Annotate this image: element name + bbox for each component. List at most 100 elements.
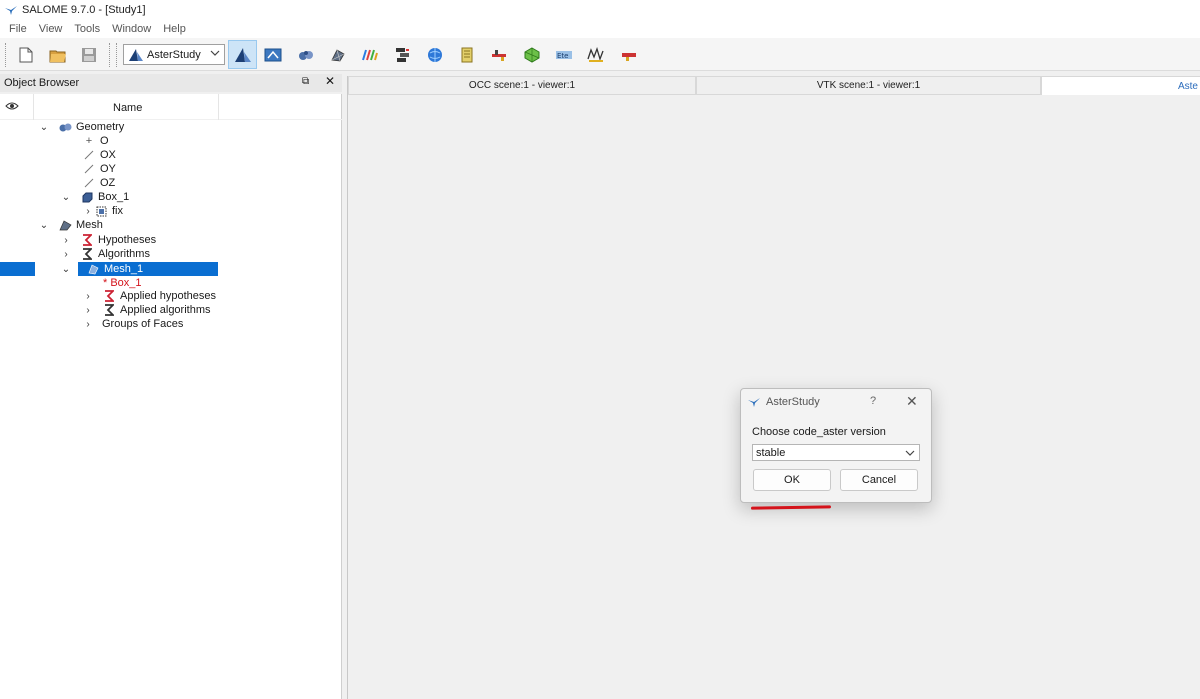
fields-button[interactable]: Ete: [552, 43, 576, 67]
close-dock-icon[interactable]: ✕: [325, 74, 335, 88]
tree-item-label: fix: [112, 205, 123, 217]
tab-occ-viewer[interactable]: OCC scene:1 - viewer:1: [348, 76, 696, 95]
chevron-down-icon: [210, 50, 220, 56]
tree-item-mesh1-shape[interactable]: * Box_1: [103, 276, 142, 290]
smesh-tool-icon: [524, 47, 540, 63]
module-selector[interactable]: AsterStudy: [123, 44, 225, 65]
menu-tools[interactable]: Tools: [68, 23, 106, 35]
tree-item-label: Algorithms: [98, 248, 150, 260]
object-browser-title: Object Browser: [4, 77, 80, 89]
tree-item-mesh[interactable]: ⌄ Mesh: [38, 218, 103, 232]
notebook-icon: [461, 47, 473, 63]
mesh-button[interactable]: [326, 43, 350, 67]
column-divider[interactable]: [33, 94, 34, 120]
collapse-arrow-icon[interactable]: ⌄: [38, 220, 50, 231]
tree-item-label: OZ: [100, 177, 116, 189]
shaper-button[interactable]: [261, 43, 285, 67]
tree-item-label: Geometry: [76, 121, 125, 133]
smesh-tool-button[interactable]: [520, 43, 544, 67]
open-folder-icon: [49, 50, 66, 62]
tree-item-oz[interactable]: OZ: [82, 176, 115, 190]
object-browser-title-bar: Object Browser: [0, 74, 342, 92]
tree-item-oy[interactable]: OY: [82, 162, 116, 176]
tree-item-mesh1[interactable]: ⌄ Mesh_1: [60, 262, 218, 276]
tree-item-algorithms[interactable]: › Algorithms: [60, 247, 150, 261]
asterstudy-version-dialog: AsterStudy ? ✕ Choose code_aster version…: [740, 388, 932, 503]
hexablock-button[interactable]: [584, 43, 608, 67]
vector-icon: [82, 163, 96, 175]
column-header-name[interactable]: Name: [113, 102, 142, 114]
version-combobox-value: stable: [756, 446, 786, 459]
expand-arrow-icon[interactable]: ›: [82, 291, 94, 302]
float-dock-icon[interactable]: ⧉: [302, 76, 309, 87]
tab-vtk-viewer[interactable]: VTK scene:1 - viewer:1: [696, 76, 1041, 95]
tree-item-hypotheses[interactable]: › Hypotheses: [60, 233, 156, 247]
expand-arrow-icon[interactable]: ›: [82, 206, 94, 217]
salome-logo-icon: [748, 398, 760, 407]
tab-label: VTK scene:1 - viewer:1: [816, 80, 921, 91]
asterstudy-icon: [234, 47, 251, 62]
geometry-button[interactable]: [294, 43, 318, 67]
new-document-button[interactable]: [14, 43, 38, 67]
tree-item-geometry[interactable]: ⌄ Geometry: [38, 120, 125, 134]
menu-view[interactable]: View: [33, 23, 69, 35]
box-solid-icon: [80, 191, 94, 203]
collapse-arrow-icon[interactable]: ⌄: [38, 122, 50, 133]
window-title: SALOME 9.7.0 - [Study1]: [22, 4, 146, 16]
tree-item-label: OY: [100, 163, 116, 175]
version-combobox[interactable]: stable: [752, 444, 920, 461]
paravis-button[interactable]: [358, 43, 382, 67]
tree-item-applied-hypotheses[interactable]: › Applied hypotheses: [82, 289, 216, 303]
visibility-eye-icon[interactable]: [5, 101, 19, 111]
dialog-close-button[interactable]: ✕: [906, 393, 918, 410]
menu-window[interactable]: Window: [106, 23, 157, 35]
dialog-help-button[interactable]: ?: [870, 395, 876, 407]
tree-item-ox[interactable]: OX: [82, 148, 116, 162]
homard-button[interactable]: [487, 43, 511, 67]
expand-arrow-icon[interactable]: ›: [82, 319, 94, 330]
open-button[interactable]: [46, 43, 70, 67]
collapse-arrow-icon[interactable]: ⌄: [60, 264, 72, 275]
dialog-title: AsterStudy: [766, 396, 820, 408]
tree-item-groups-of-faces[interactable]: › Groups of Faces: [82, 317, 183, 331]
save-button[interactable]: [77, 43, 101, 67]
yacs-button[interactable]: [391, 43, 415, 67]
fields-icon: Ete: [556, 51, 572, 60]
object-browser: Name ⌄ Geometry + O OX OY OZ ⌄ Box_1 › f…: [0, 94, 342, 699]
hexablock-icon: [587, 47, 604, 62]
tree-item-box1[interactable]: ⌄ Box_1: [60, 190, 129, 204]
column-divider[interactable]: [218, 94, 219, 120]
pipe-button[interactable]: [617, 43, 641, 67]
tree-item-fix[interactable]: › fix: [82, 204, 123, 218]
mesh-icon: [58, 219, 72, 231]
selection-indicator: [0, 262, 35, 276]
version-label: Choose code_aster version: [752, 426, 886, 438]
ok-button-label: OK: [784, 474, 800, 486]
ok-button[interactable]: OK: [753, 469, 831, 491]
expand-arrow-icon[interactable]: ›: [60, 235, 72, 246]
tree-item-label: Mesh: [76, 219, 103, 231]
tree-item-o[interactable]: + O: [82, 134, 109, 148]
tree-item-label: O: [100, 135, 109, 147]
hypothesis-icon: [102, 290, 116, 302]
title-bar: SALOME 9.7.0 - [Study1]: [0, 0, 1200, 20]
tab-label: OCC scene:1 - viewer:1: [468, 80, 576, 91]
asterstudy-module-button[interactable]: [228, 40, 257, 69]
cancel-button-label: Cancel: [861, 474, 897, 486]
menu-help[interactable]: Help: [157, 23, 192, 35]
paravis-icon: [362, 49, 378, 61]
geometry-icon: [299, 51, 313, 60]
tree-item-applied-algorithms[interactable]: › Applied algorithms: [82, 303, 211, 317]
menu-file[interactable]: File: [3, 23, 33, 35]
vector-icon: [82, 149, 96, 161]
notebook-button[interactable]: [455, 43, 479, 67]
expand-arrow-icon[interactable]: ›: [60, 249, 72, 260]
jobmanager-button[interactable]: [423, 43, 447, 67]
tree-item-label: Applied algorithms: [120, 304, 211, 316]
tab-asterstudy[interactable]: Aste: [1041, 76, 1200, 95]
cancel-button[interactable]: Cancel: [840, 469, 918, 491]
collapse-arrow-icon[interactable]: ⌄: [60, 192, 72, 203]
expand-arrow-icon[interactable]: ›: [82, 305, 94, 316]
group-icon: [94, 205, 108, 217]
tab-label: Aste: [1177, 80, 1198, 92]
